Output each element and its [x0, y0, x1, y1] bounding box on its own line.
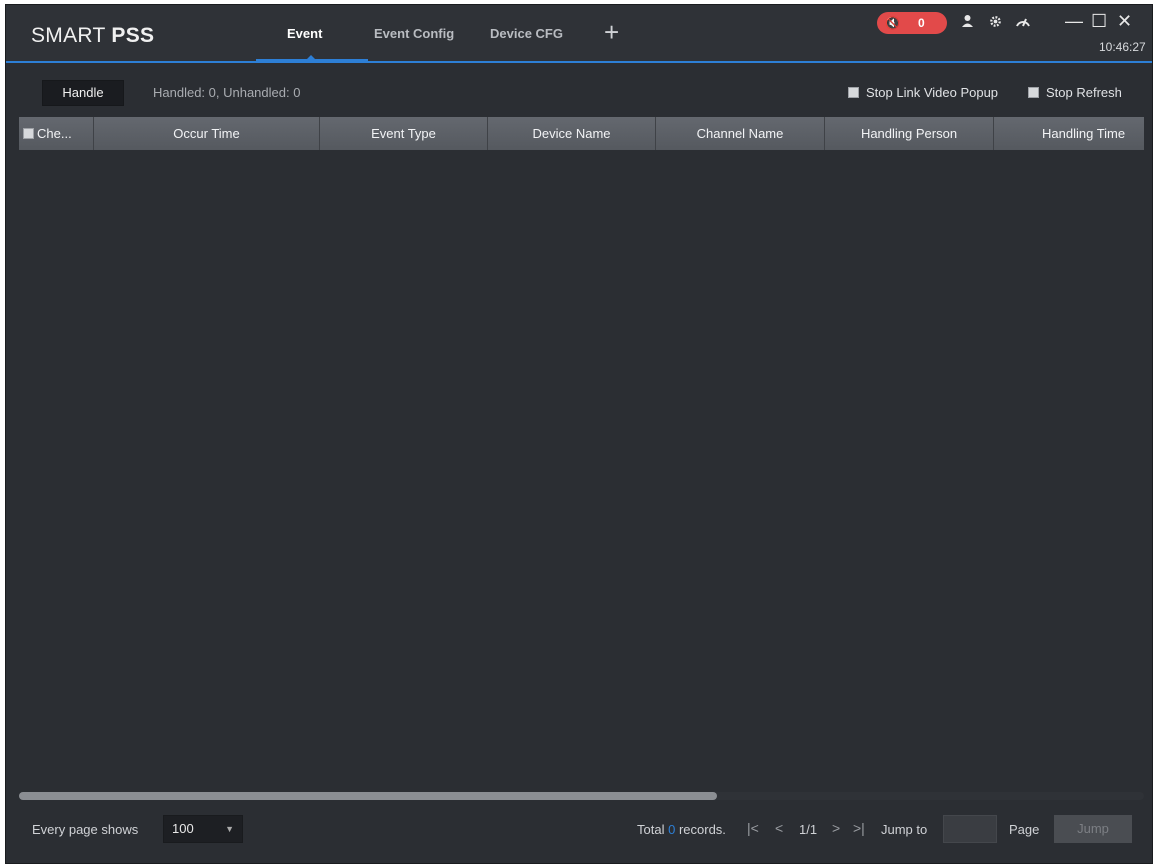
next-page-button[interactable]: > — [832, 820, 840, 836]
checkbox-box[interactable] — [848, 87, 859, 98]
title-bar: SMART PSS Event Event Config Device CFG … — [6, 5, 1152, 63]
tab-event[interactable]: Event — [287, 26, 322, 41]
stop-link-video-popup-label: Stop Link Video Popup — [866, 85, 999, 100]
active-tab-caret — [306, 55, 316, 60]
column-check[interactable]: Che... — [19, 117, 94, 150]
tab-device-cfg[interactable]: Device CFG — [490, 26, 563, 41]
column-occur-time[interactable]: Occur Time — [94, 117, 320, 150]
clock: 10:46:27 — [1099, 40, 1146, 54]
scrollbar-thumb[interactable] — [19, 792, 717, 800]
column-event-type[interactable]: Event Type — [320, 117, 488, 150]
page-size-select[interactable]: 100 ▼ — [163, 815, 243, 843]
column-handling-time[interactable]: Handling Time — [994, 117, 1144, 150]
alarm-count: 0 — [917, 16, 925, 30]
table-header: Che... Occur Time Event Type Device Name… — [19, 117, 1144, 150]
stop-link-video-popup-checkbox[interactable]: Stop Link Video Popup — [848, 85, 998, 100]
every-page-shows-label: Every page shows — [32, 822, 139, 837]
total-suffix: records. — [678, 822, 726, 837]
gear-icon[interactable] — [988, 14, 1003, 33]
select-all-checkbox[interactable] — [23, 128, 34, 140]
table-body — [19, 150, 1144, 790]
minimize-button[interactable]: — — [1065, 11, 1083, 32]
prev-page-button[interactable]: < — [775, 820, 783, 836]
close-button[interactable]: ✕ — [1117, 11, 1132, 32]
jump-page-input[interactable] — [943, 815, 997, 843]
user-icon[interactable] — [961, 14, 974, 32]
logo-text-light: SMART — [31, 24, 112, 47]
app-window: SMART PSS Event Event Config Device CFG … — [5, 4, 1153, 864]
app-logo: SMART PSS — [31, 24, 154, 48]
column-device-name[interactable]: Device Name — [488, 117, 656, 150]
speedometer-icon[interactable] — [1015, 14, 1031, 32]
jump-button[interactable]: Jump — [1054, 815, 1132, 843]
handle-button[interactable]: Handle — [42, 80, 124, 106]
add-tab-button[interactable]: + — [604, 19, 619, 45]
logo-text-bold: PSS — [111, 24, 155, 47]
total-records: Total 0 records. — [637, 822, 726, 837]
last-page-button[interactable]: >| — [853, 820, 865, 836]
page-indicator: 1/1 — [799, 822, 818, 837]
stop-refresh-label: Stop Refresh — [1046, 85, 1122, 100]
handled-status-text: Handled: 0, Unhandled: 0 — [153, 85, 301, 100]
horizontal-scrollbar[interactable] — [19, 792, 1144, 800]
tab-event-config[interactable]: Event Config — [374, 26, 454, 41]
page-size-value: 100 — [172, 821, 194, 836]
jump-to-label: Jump to — [881, 822, 928, 837]
column-check-label: Che... — [37, 126, 72, 141]
page-label: Page — [1009, 822, 1040, 837]
total-count: 0 — [668, 822, 676, 837]
total-prefix: Total — [637, 822, 665, 837]
mute-icon[interactable]: 🔇 — [885, 16, 900, 30]
first-page-button[interactable]: |< — [747, 820, 759, 836]
checkbox-box[interactable] — [1028, 87, 1039, 98]
chevron-down-icon: ▼ — [225, 824, 234, 834]
column-channel-name[interactable]: Channel Name — [656, 117, 825, 150]
stop-refresh-checkbox[interactable]: Stop Refresh — [1028, 85, 1122, 100]
column-handling-person[interactable]: Handling Person — [825, 117, 994, 150]
alarm-indicator[interactable]: 🔇 0 — [877, 12, 947, 34]
maximize-button[interactable]: ☐ — [1091, 11, 1107, 32]
